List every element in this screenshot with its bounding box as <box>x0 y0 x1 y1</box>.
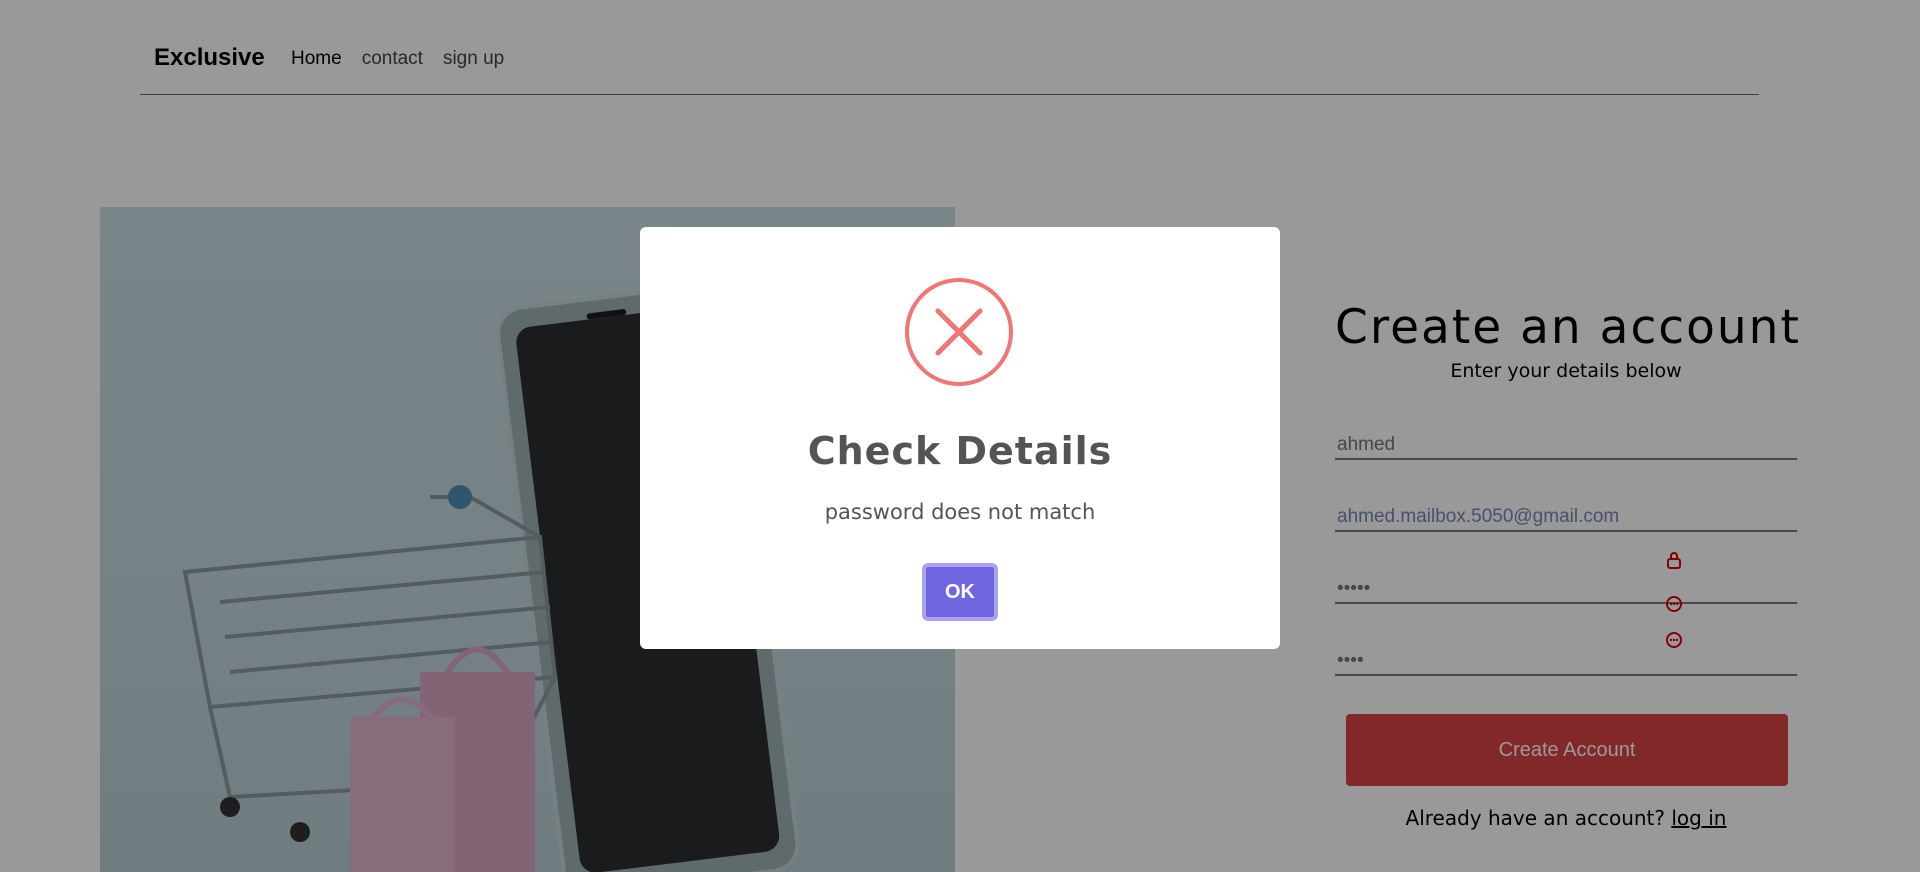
error-x-icon <box>905 278 1013 386</box>
error-dialog: Check Details password does not match OK <box>640 227 1280 649</box>
ok-button[interactable]: OK <box>922 563 998 621</box>
dialog-message: password does not match <box>824 500 1096 524</box>
dialog-title: Check Details <box>807 429 1113 473</box>
